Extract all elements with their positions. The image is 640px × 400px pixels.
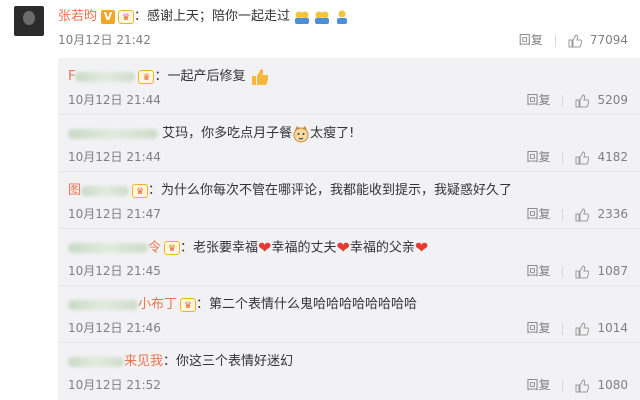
reply-actions: 回复 1014 [526, 319, 628, 337]
person-icon [337, 10, 348, 24]
reply-actions: 回复 5209 [526, 91, 628, 109]
list-item: 令 ♛ ：老张要幸福❤幸福的丈夫❤幸福的父亲❤ 10月12日 21:45 回复 108… [58, 229, 640, 286]
like-count: 2336 [597, 207, 628, 221]
like-count: 4182 [597, 150, 628, 164]
blurred-username [68, 128, 158, 139]
reply-text: 艾玛，你多吃点月子餐 [162, 126, 293, 141]
thumbs-up-icon[interactable] [575, 207, 590, 222]
divider [562, 322, 564, 335]
thumbs-up-icon[interactable] [575, 321, 590, 336]
thumbs-up-icon[interactable] [568, 33, 582, 48]
reply-line: F ♛ ：一起产后修复 [68, 66, 268, 88]
divider [562, 151, 564, 164]
reply-text: ：老张要幸福 [180, 240, 259, 256]
level-badge-icon: ♛ [138, 69, 155, 84]
reply-button[interactable]: 回复 [526, 207, 550, 221]
thumbs-up-icon[interactable] [575, 264, 590, 279]
divider [562, 94, 564, 107]
reply-actions: 回复 2336 [526, 205, 628, 223]
reply-text-part2: 幸福的丈夫 [271, 240, 337, 256]
reply-text: ：为什么你每次不管在哪评论，我都能收到提示，我疑惑好久了 [148, 183, 513, 198]
blurred-username [75, 71, 136, 82]
reply-text-part3: 幸福的父亲 [349, 240, 415, 256]
divider [554, 34, 556, 47]
main-comment-text: ：感谢上天；陪你一起走过 [134, 9, 291, 24]
heart-icon: ❤ [414, 238, 429, 257]
list-item: 图 ♛ ：为什么你每次不管在哪评论，我都能收到提示，我疑惑好久了 10月12日 21… [58, 172, 640, 229]
reply-date: 10月12日 21:45 [68, 264, 161, 278]
reply-text-end: 太瘦了! [310, 126, 355, 141]
main-comment-line: 张若昀 V ♛ ：感谢上天；陪你一起走过 [58, 6, 350, 28]
reply-button[interactable]: 回复 [526, 264, 550, 278]
heart-icon: ❤ [336, 238, 350, 257]
blurred-username [68, 299, 138, 310]
reply-date: 10月12日 21:46 [68, 321, 161, 335]
reply-date: 10月12日 21:52 [68, 378, 161, 392]
verified-icon: V [101, 9, 116, 24]
reply-username[interactable]: 图 [68, 183, 81, 198]
avatar[interactable] [14, 6, 44, 36]
reply-actions: 回复 4182 [526, 148, 628, 166]
reply-date: 10月12日 21:44 [68, 93, 161, 107]
reply-line: 艾玛，你多吃点月子餐 太瘦了! [68, 123, 354, 145]
reply-button[interactable]: 回复 [519, 33, 543, 47]
like-count: 77094 [589, 33, 628, 47]
reply-date: 10月12日 21:44 [68, 150, 161, 164]
like-count: 1014 [597, 321, 628, 335]
thumbs-up-icon[interactable] [575, 93, 590, 108]
reply-text: ：你这三个表情好迷幻 [163, 354, 294, 369]
blurred-username [81, 185, 130, 196]
like-count: 1087 [597, 264, 628, 278]
reply-actions: 回复 1080 [526, 376, 628, 394]
blurred-username [68, 356, 124, 367]
reply-text: ：一起产后修复 [154, 69, 246, 84]
thumbs-up-icon[interactable] [575, 150, 590, 165]
reply-username[interactable]: 来见我 [124, 354, 163, 369]
thumbs-up-icon [251, 68, 268, 85]
reply-username[interactable]: F [68, 69, 75, 84]
reply-date: 10月12日 21:47 [68, 207, 161, 221]
main-comment-date: 10月12日 21:42 [58, 33, 151, 47]
like-count: 5209 [597, 93, 628, 107]
group-icon [295, 11, 310, 24]
level-badge-icon: ♛ [164, 241, 181, 255]
like-count: 1080 [597, 378, 628, 392]
list-item: F ♛ ：一起产后修复 10月12日 21:44 回复 5209 [58, 58, 640, 115]
divider [562, 379, 564, 392]
reply-username[interactable]: 令 [148, 241, 161, 256]
group-icon [315, 11, 330, 24]
reply-line: 小布丁 ♛ ：第二个表情什么鬼哈哈哈哈哈哈哈哈 [68, 294, 417, 316]
reply-username[interactable]: 小布丁 [138, 297, 177, 312]
divider [562, 208, 564, 221]
list-item: 小布丁 ♛ ：第二个表情什么鬼哈哈哈哈哈哈哈哈 10月12日 21:46 回复 101… [58, 286, 640, 343]
main-comment: 张若昀 V ♛ ：感谢上天；陪你一起走过 10月12日 21:42 回复 77094 [0, 0, 640, 58]
cat-face-icon [293, 125, 309, 142]
main-comment-actions: 回复 77094 [519, 31, 628, 49]
blurred-username [68, 243, 148, 253]
reply-button[interactable]: 回复 [526, 378, 550, 392]
reply-button[interactable]: 回复 [526, 93, 550, 107]
thumbs-up-icon[interactable] [575, 378, 590, 393]
reply-text: ：第二个表情什么鬼哈哈哈哈哈哈哈哈 [196, 297, 418, 312]
reply-button[interactable]: 回复 [526, 150, 550, 164]
reply-button[interactable]: 回复 [526, 321, 550, 335]
reply-line: 图 ♛ ：为什么你每次不管在哪评论，我都能收到提示，我疑惑好久了 [68, 180, 512, 202]
level-badge-icon: ♛ [180, 297, 197, 312]
reply-line: 令 ♛ ：老张要幸福❤幸福的丈夫❤幸福的父亲❤ [68, 237, 428, 259]
list-item: 来见我：你这三个表情好迷幻 10月12日 21:52 回复 1080 [58, 343, 640, 400]
divider [562, 265, 564, 278]
level-badge-icon: ♛ [118, 9, 135, 24]
reply-line: 来见我：你这三个表情好迷幻 [68, 351, 293, 373]
main-username[interactable]: 张若昀 [58, 9, 97, 24]
level-badge-icon: ♛ [132, 183, 149, 198]
heart-icon: ❤ [258, 238, 272, 257]
reply-list: F ♛ ：一起产后修复 10月12日 21:44 回复 5209 艾玛，你多吃点月子餐… [58, 58, 640, 400]
reply-actions: 回复 1087 [526, 262, 628, 280]
list-item: 艾玛，你多吃点月子餐 太瘦了! 10月12日 21:44 回复 4182 [58, 115, 640, 172]
